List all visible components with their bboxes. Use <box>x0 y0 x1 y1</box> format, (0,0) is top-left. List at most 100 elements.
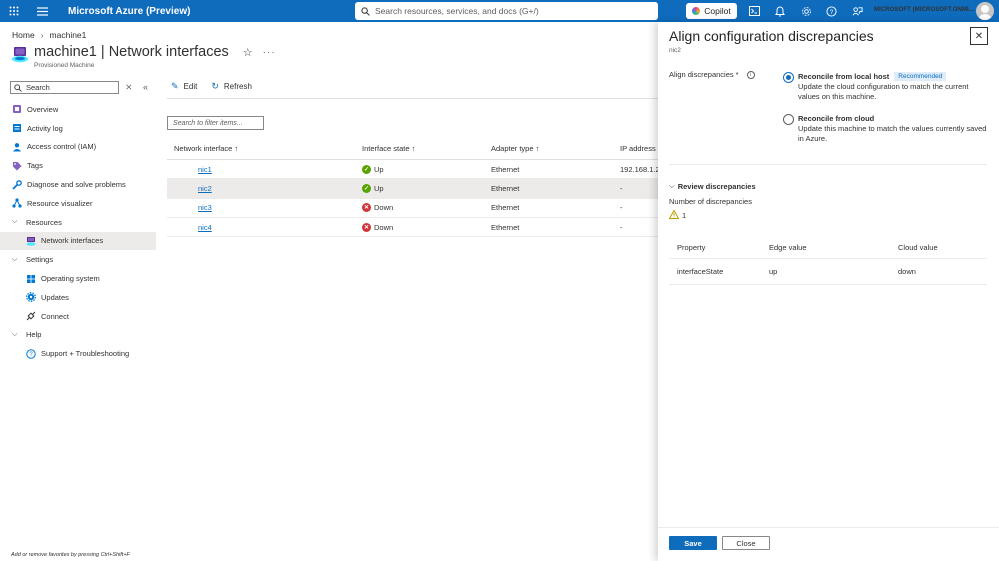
status-up-icon: ✓ <box>362 164 371 174</box>
copilot-icon <box>692 7 701 15</box>
discrepancy-count-label: Number of discrepancies <box>669 197 752 206</box>
column-header-property: Property <box>677 242 706 252</box>
global-search-input[interactable]: Search resources, services, and docs (G+… <box>355 2 658 20</box>
radio-reconcile-local[interactable]: Reconcile from local host Recommended Up… <box>783 72 988 102</box>
align-discrepancies-panel: Align configuration discrepancies nic2 ✕… <box>658 22 999 561</box>
cloud-value-cell: down <box>898 267 916 276</box>
nic-link[interactable]: nic2 <box>198 184 212 193</box>
collapse-nav-icon[interactable]: « <box>143 82 148 92</box>
table-row[interactable]: nic1 ✓ Up Ethernet 192.168.1.2 <box>167 160 667 180</box>
more-options-icon[interactable]: ··· <box>263 47 276 58</box>
nav-group-help[interactable]: ⌵ Help <box>0 326 156 345</box>
search-icon <box>14 83 22 92</box>
feedback-icon[interactable] <box>850 4 864 18</box>
edit-label: Edit <box>183 82 198 91</box>
nav-item-operating-system[interactable]: Operating system <box>0 269 156 288</box>
table-row[interactable]: nic3 ✕ Down Ethernet - <box>167 199 667 218</box>
avatar[interactable] <box>976 2 994 20</box>
align-label-text: Align discrepancies <box>669 70 734 79</box>
warning-icon <box>668 209 680 221</box>
discrepancy-table: Property Edge value Cloud value interfac… <box>669 236 987 285</box>
status-up-icon: ✓ <box>362 183 371 193</box>
radio-selected-icon[interactable] <box>783 72 794 83</box>
nav-group-settings[interactable]: ⌵ Settings <box>0 250 156 269</box>
column-header-adapter-type[interactable]: Adapter type ↑ <box>491 144 620 153</box>
table-row[interactable]: nic2 ✓ Up Ethernet - <box>167 179 667 199</box>
table-header: Network interface ↑ Interface state ↑ Ad… <box>167 138 667 160</box>
interface-state: Down <box>374 203 394 213</box>
edit-pencil-icon: ✎ <box>171 81 179 91</box>
search-icon <box>361 6 370 16</box>
table-row: interfaceState up down <box>669 259 987 285</box>
nic-link[interactable]: nic1 <box>198 165 212 174</box>
radio-reconcile-cloud[interactable]: Reconcile from cloud Update this machine… <box>783 114 988 144</box>
review-label: Review discrepancies <box>677 181 756 191</box>
save-button[interactable]: Save <box>669 536 717 550</box>
nav-item-label: Overview <box>27 104 59 114</box>
table-header: Property Edge value Cloud value <box>669 236 987 259</box>
panel-title: Align configuration discrepancies <box>669 28 874 44</box>
nav-item-label: Access control (IAM) <box>27 142 97 152</box>
menu-icon[interactable] <box>28 0 56 22</box>
favorite-star-icon[interactable]: ☆ <box>243 46 253 59</box>
account-directory[interactable]: MICROSOFT (MICROSOFT.ONMI... <box>874 7 974 13</box>
copilot-button[interactable]: Copilot <box>686 3 737 19</box>
nic-link[interactable]: nic4 <box>198 223 212 232</box>
nav-item-label: Resources <box>26 217 62 227</box>
chevron-right-icon: › <box>40 30 44 40</box>
filter-input[interactable]: Search to filter items... <box>167 116 264 130</box>
nav-item-network-interfaces[interactable]: Network interfaces <box>0 231 156 251</box>
nav-item-activity-log[interactable]: Activity log <box>0 119 156 138</box>
table-row[interactable]: nic4 ✕ Down Ethernet - <box>167 218 667 238</box>
clear-filter-icon[interactable]: ⨯ <box>125 82 133 93</box>
nav-item-updates[interactable]: Updates <box>0 288 156 307</box>
portal-brand[interactable]: Microsoft Azure (Preview) <box>68 6 190 17</box>
adapter-type: Ethernet <box>491 222 520 232</box>
column-header-interface-state[interactable]: Interface state ↑ <box>362 144 491 153</box>
info-icon[interactable]: i <box>746 70 755 79</box>
nav-item-connect[interactable]: Connect <box>0 307 156 326</box>
wrench-icon <box>12 179 22 190</box>
panel-subtitle: nic2 <box>669 47 681 54</box>
edge-value-cell: up <box>769 267 778 276</box>
nav-item-label: Tags <box>27 161 43 171</box>
interface-state: Up <box>374 164 384 174</box>
nav-item-label: Diagnose and solve problems <box>27 180 126 190</box>
chevron-down-icon: ⌵ <box>12 255 18 263</box>
nav-item-tags[interactable]: Tags <box>0 156 156 175</box>
close-icon[interactable]: ✕ <box>970 27 988 45</box>
nav-search-input[interactable]: Search <box>10 81 119 94</box>
chevron-down-icon: ⌵ <box>12 330 18 338</box>
radio-unselected-icon[interactable] <box>783 114 794 125</box>
settings-gear-icon[interactable] <box>799 4 813 18</box>
app-launcher-icon[interactable] <box>0 0 28 22</box>
align-discrepancies-label: Align discrepancies * i <box>669 70 755 79</box>
help-icon[interactable]: ? <box>824 4 838 18</box>
edit-button[interactable]: ✎ Edit <box>171 81 197 92</box>
nav-item-label: Network interfaces <box>41 236 104 246</box>
column-header-cloud-value: Cloud value <box>898 242 938 252</box>
visualizer-icon <box>12 198 22 208</box>
breadcrumb-home[interactable]: Home <box>12 30 35 40</box>
nav-item-diagnose[interactable]: Diagnose and solve problems <box>0 175 156 194</box>
nic-link[interactable]: nic3 <box>198 203 212 212</box>
machine-resource-icon <box>11 45 29 63</box>
network-interface-icon <box>26 236 36 246</box>
nav-item-access-control[interactable]: Access control (IAM) <box>0 138 156 157</box>
activity-log-icon <box>12 123 22 133</box>
refresh-button[interactable]: ↻ Refresh <box>211 81 252 92</box>
nav-group-resources[interactable]: ⌵ Resources <box>0 213 156 232</box>
adapter-type: Ethernet <box>491 203 520 213</box>
close-button[interactable]: Close <box>722 536 770 550</box>
column-header-network-interface[interactable]: Network interface ↑ <box>167 144 362 153</box>
nav-item-resource-visualizer[interactable]: Resource visualizer <box>0 194 156 213</box>
nav-item-support[interactable]: ? Support + Troubleshooting <box>0 344 156 363</box>
review-discrepancies-toggle[interactable]: ⌵ Review discrepancies <box>669 181 756 191</box>
breadcrumb-machine[interactable]: machine1 <box>50 30 87 40</box>
resource-menu: Overview Activity log Access control (IA… <box>0 100 156 363</box>
nav-item-label: Operating system <box>41 274 100 284</box>
nav-item-overview[interactable]: Overview <box>0 100 156 119</box>
nav-item-label: Help <box>26 330 42 340</box>
cloud-shell-icon[interactable] <box>747 4 761 18</box>
notifications-icon[interactable] <box>773 4 787 18</box>
